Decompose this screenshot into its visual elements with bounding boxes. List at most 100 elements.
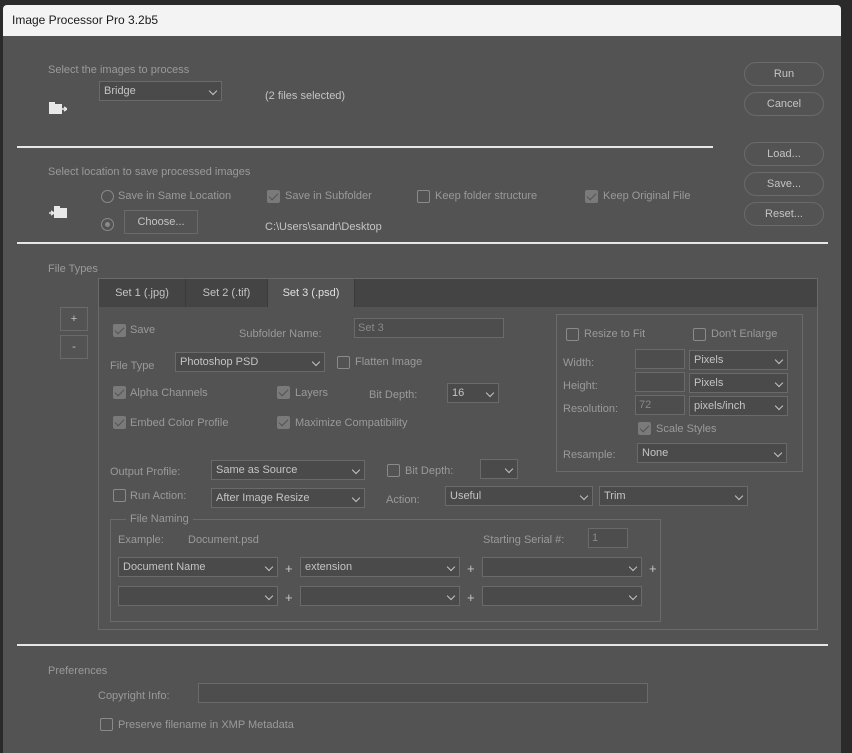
- preserve-xmp-label: Preserve filename in XMP Metadata: [118, 719, 294, 731]
- resolution-unit-value: pixels/inch: [694, 400, 746, 412]
- output-profile-label: Output Profile:: [110, 466, 181, 478]
- files-selected: (2 files selected): [265, 90, 346, 102]
- save-subfolder-label: Save in Subfolder: [285, 190, 372, 202]
- action-set-value: Useful: [450, 490, 482, 502]
- run-action-label: Run Action:: [130, 490, 187, 502]
- layers-checkbox[interactable]: [277, 386, 290, 399]
- run-action-checkbox[interactable]: [113, 489, 126, 502]
- tab-set-2[interactable]: Set 2 (.tif): [186, 279, 268, 307]
- embed-profile-checkbox[interactable]: [113, 416, 126, 429]
- resample-label: Resample:: [563, 449, 616, 461]
- max-compat-checkbox[interactable]: [277, 416, 290, 429]
- action-set-dropdown[interactable]: Useful: [445, 486, 593, 506]
- choose-location-radio[interactable]: [101, 218, 114, 231]
- width-unit-value: Pixels: [694, 354, 724, 366]
- add-set-button[interactable]: +: [60, 307, 88, 331]
- file-naming-group: File Naming Example: Document.psd Starti…: [110, 513, 661, 622]
- height-input[interactable]: [635, 372, 685, 392]
- height-unit-dropdown[interactable]: Pixels: [689, 373, 788, 393]
- file-type-dropdown[interactable]: Photoshop PSD: [175, 352, 325, 372]
- copyright-input[interactable]: [198, 683, 648, 703]
- keep-original-label: Keep Original File: [603, 190, 691, 202]
- divider: [17, 644, 828, 646]
- title-bar: Image Processor Pro 3.2b5: [3, 5, 841, 36]
- subfolder-name-input[interactable]: Set 3: [354, 318, 504, 338]
- naming-field-1[interactable]: Document Name: [118, 557, 278, 577]
- save-checkbox[interactable]: [113, 324, 126, 337]
- plus-sign: +: [467, 590, 475, 605]
- preserve-xmp-checkbox[interactable]: [100, 718, 113, 731]
- output-profile-value: Same as Source: [216, 464, 298, 476]
- window-title: Image Processor Pro 3.2b5: [12, 13, 159, 27]
- run-action-dropdown[interactable]: After Image Resize: [211, 488, 365, 508]
- save-path: C:\Users\sandr\Desktop: [265, 221, 382, 233]
- alpha-checkbox[interactable]: [113, 386, 126, 399]
- naming-field-3[interactable]: [482, 557, 642, 577]
- bit-depth-value: 16: [452, 387, 465, 399]
- max-compat-label: Maximize Compatibility: [295, 417, 408, 429]
- plus-sign: +: [467, 561, 475, 576]
- naming-field-1-value: Document Name: [123, 561, 206, 573]
- naming-field-6[interactable]: [482, 586, 642, 606]
- bit-depth2-dropdown[interactable]: [480, 459, 518, 479]
- keep-original-checkbox[interactable]: [585, 190, 598, 203]
- tab-bar: Set 1 (.jpg) Set 2 (.tif) Set 3 (.psd): [99, 279, 817, 307]
- action-name-dropdown[interactable]: Trim: [599, 486, 748, 506]
- output-profile-dropdown[interactable]: Same as Source: [211, 460, 365, 480]
- plus-sign: +: [649, 561, 657, 576]
- flatten-label: Flatten Image: [355, 356, 423, 368]
- scale-styles-checkbox[interactable]: [638, 422, 651, 435]
- copyright-label: Copyright Info:: [98, 690, 170, 702]
- width-unit-dropdown[interactable]: Pixels: [689, 350, 788, 370]
- flatten-checkbox[interactable]: [337, 356, 350, 369]
- file-type-label: File Type: [110, 360, 155, 372]
- save-settings-button[interactable]: Save...: [744, 172, 824, 196]
- resize-to-fit-label: Resize to Fit: [584, 328, 646, 340]
- resize-to-fit-checkbox[interactable]: [566, 328, 579, 341]
- resample-dropdown[interactable]: None: [637, 443, 787, 463]
- file-types-panel: Set 1 (.jpg) Set 2 (.tif) Set 3 (.psd) S…: [98, 278, 818, 630]
- save-subfolder-checkbox[interactable]: [267, 190, 280, 203]
- subfolder-name-label: Subfolder Name:: [239, 328, 322, 340]
- height-label: Height:: [563, 380, 598, 392]
- serial-input[interactable]: 1: [588, 528, 628, 548]
- location-label: Select location to save processed images: [48, 166, 251, 178]
- resolution-input[interactable]: 72: [635, 395, 685, 415]
- remove-set-button[interactable]: -: [60, 335, 88, 359]
- choose-button[interactable]: Choose...: [124, 210, 198, 234]
- action-label: Action:: [386, 494, 420, 506]
- plus-sign: +: [285, 561, 293, 576]
- scale-styles-label: Scale Styles: [656, 423, 717, 435]
- keep-structure-checkbox[interactable]: [417, 190, 430, 203]
- source-label: Select the images to process: [48, 64, 190, 76]
- plus-sign: +: [285, 590, 293, 605]
- width-input[interactable]: [635, 349, 685, 369]
- example-value: Document.psd: [188, 534, 259, 546]
- save-label: Save: [130, 324, 156, 336]
- tab-set-1[interactable]: Set 1 (.jpg): [99, 279, 186, 307]
- bit-depth2-checkbox[interactable]: [387, 464, 400, 477]
- naming-field-5[interactable]: [300, 586, 460, 606]
- dont-enlarge-label: Don't Enlarge: [711, 328, 778, 340]
- run-action-value: After Image Resize: [216, 492, 310, 504]
- serial-label: Starting Serial #:: [483, 534, 565, 546]
- same-location-radio[interactable]: [101, 190, 114, 203]
- reset-button[interactable]: Reset...: [744, 202, 824, 226]
- resolution-label: Resolution:: [563, 403, 619, 415]
- resolution-unit-dropdown[interactable]: pixels/inch: [689, 396, 788, 416]
- folder-arrow-icon: [49, 102, 67, 114]
- dont-enlarge-checkbox[interactable]: [693, 328, 706, 341]
- alpha-label: Alpha Channels: [130, 387, 208, 399]
- load-button[interactable]: Load...: [744, 142, 824, 166]
- tab-set-3[interactable]: Set 3 (.psd): [268, 279, 355, 307]
- naming-field-4[interactable]: [118, 586, 278, 606]
- bit-depth-dropdown[interactable]: 16: [447, 383, 499, 403]
- bit-depth2-label: Bit Depth:: [405, 465, 454, 477]
- run-button[interactable]: Run: [744, 62, 824, 86]
- naming-field-2-value: extension: [305, 561, 353, 573]
- source-dropdown[interactable]: Bridge: [99, 81, 222, 101]
- cancel-button[interactable]: Cancel: [744, 92, 824, 116]
- width-label: Width:: [563, 357, 595, 369]
- divider: [17, 242, 828, 244]
- naming-field-2[interactable]: extension: [300, 557, 460, 577]
